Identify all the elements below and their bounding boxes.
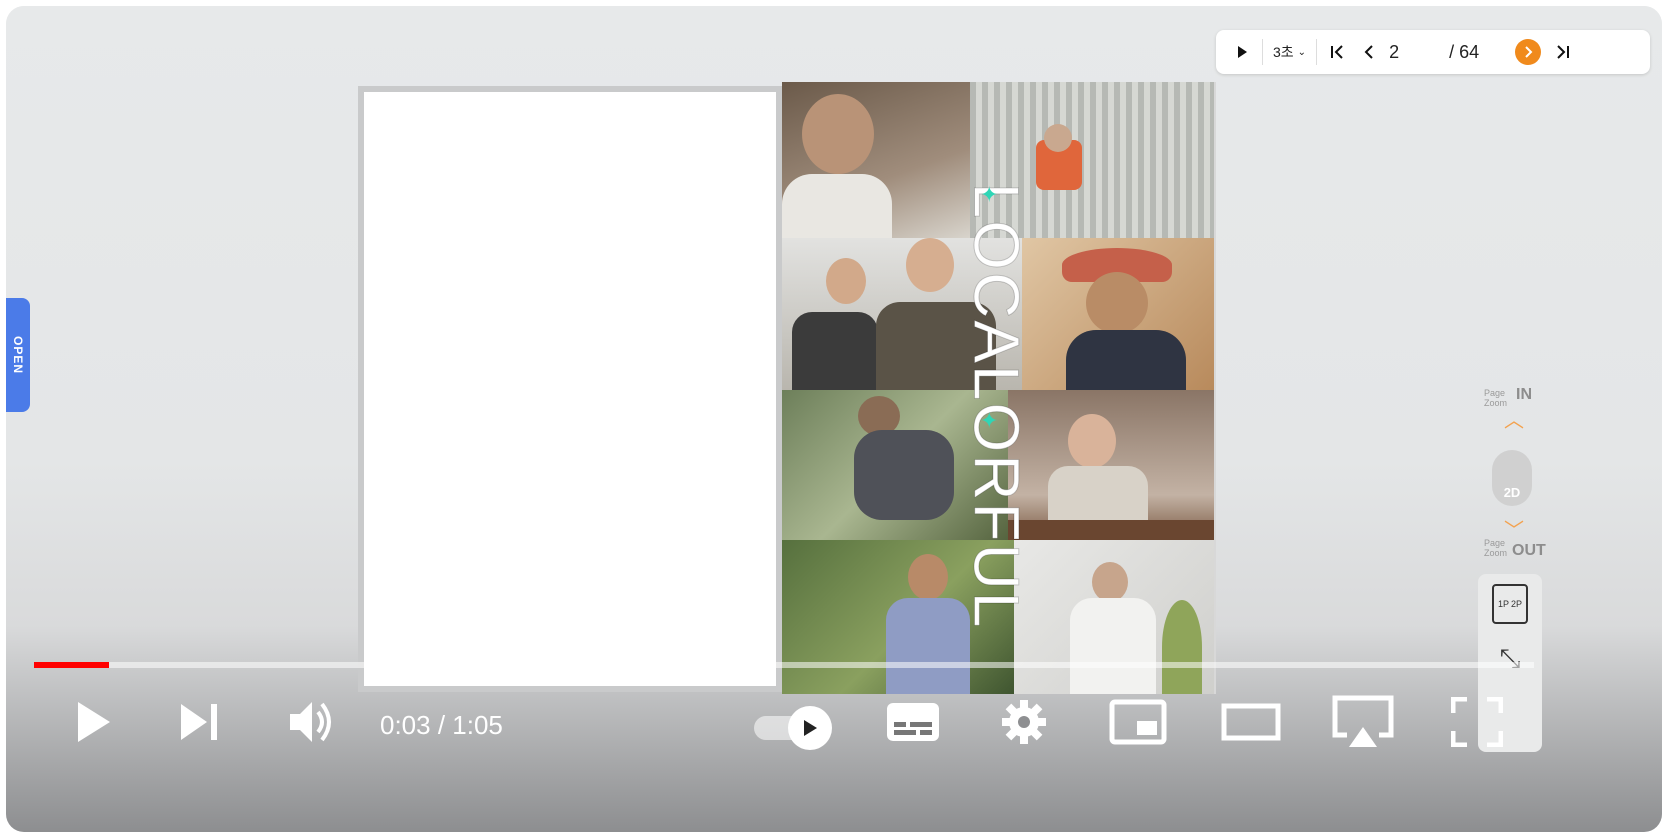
theater-mode-icon [1221,703,1281,741]
video-player[interactable]: OPEN LOCALORFUL ✦ ✦ 3초 ⌄ 2 / 64 Page Zoo… [6,6,1662,832]
prev-page-button[interactable] [1353,36,1385,68]
next-video-button[interactable] [174,696,226,748]
subtitles-button[interactable] [884,696,942,748]
chevron-up-icon[interactable]: ︿ [1504,404,1524,433]
two-page-label: 2P [1511,599,1523,609]
fullscreen-button[interactable] [1450,696,1504,748]
chevron-left-icon [1364,45,1373,59]
cover-page: LOCALORFUL ✦ ✦ [782,82,1214,694]
divider [1316,39,1318,65]
exit-fullscreen-icon[interactable]: ⤡ [1494,642,1526,674]
blank-left-page [358,86,782,692]
sparkle-icon: ✦ [980,182,999,207]
fullscreen-icon [1451,697,1503,747]
next-page-button[interactable] [1515,39,1542,65]
autoplay-toggle[interactable] [754,706,834,750]
zoom-out-button[interactable]: OUT [1512,542,1546,560]
miniplayer-icon [1109,699,1167,745]
chevron-right-icon [1525,46,1533,58]
progress-played [34,662,109,668]
flipbook-toolbar: 3초 ⌄ 2 / 64 [1216,30,1650,74]
settings-button[interactable] [998,696,1050,748]
subtitles-icon [887,703,939,741]
last-page-icon [1557,45,1570,59]
play-button[interactable] [66,696,118,748]
slideshow-interval-select[interactable]: 3초 ⌄ [1267,42,1312,62]
airplay-icon [1332,695,1394,747]
play-icon [804,720,817,736]
miniplayer-button[interactable] [1108,696,1168,748]
last-page-button[interactable] [1547,36,1579,68]
airplay-button[interactable] [1330,695,1396,748]
volume-button[interactable] [284,696,340,748]
chevron-down-icon: ⌄ [1297,46,1307,58]
video-controls: 0:03 / 1:05 [6,682,1662,762]
cover-title: LOCALORFUL [960,182,1033,630]
first-page-button[interactable] [1321,36,1353,68]
theater-mode-button[interactable] [1220,696,1282,748]
one-page-label: 1P [1497,599,1509,609]
time-display: 0:03 / 1:05 [380,710,503,740]
photo-tile [1008,390,1214,540]
page-zoom-control: Page Zoom IN ︿ 2D ﹀ Page Zoom OUT [1482,382,1546,562]
total-pages: / 64 [1449,41,1480,62]
slideshow-play-button[interactable] [1226,36,1258,68]
divider [1262,39,1263,65]
photo-tile [1014,540,1214,694]
open-panel-tab[interactable]: OPEN [6,298,30,412]
gear-icon [1002,700,1046,744]
skip-next-icon [181,704,217,740]
play-icon [78,702,110,742]
flipbook: LOCALORFUL ✦ ✦ [358,82,1220,694]
page-number-input[interactable]: 2 [1385,42,1449,63]
video-progress-bar[interactable] [34,662,1534,668]
open-tab-label: OPEN [11,335,26,375]
first-page-icon [1331,45,1343,59]
page-layout-button[interactable]: 1P 2P [1492,584,1528,624]
play-icon [1238,46,1247,58]
sparkle-icon: ✦ [980,408,999,433]
view-mode-toggle[interactable]: 2D [1492,450,1532,506]
photo-tile [782,82,970,238]
volume-icon [290,702,331,742]
interval-value: 3초 [1273,44,1294,60]
autoplay-knob [788,706,832,750]
zoom-out-caption: Page Zoom [1484,538,1508,558]
photo-tile [1022,238,1214,390]
zoom-in-button[interactable]: IN [1516,386,1532,404]
